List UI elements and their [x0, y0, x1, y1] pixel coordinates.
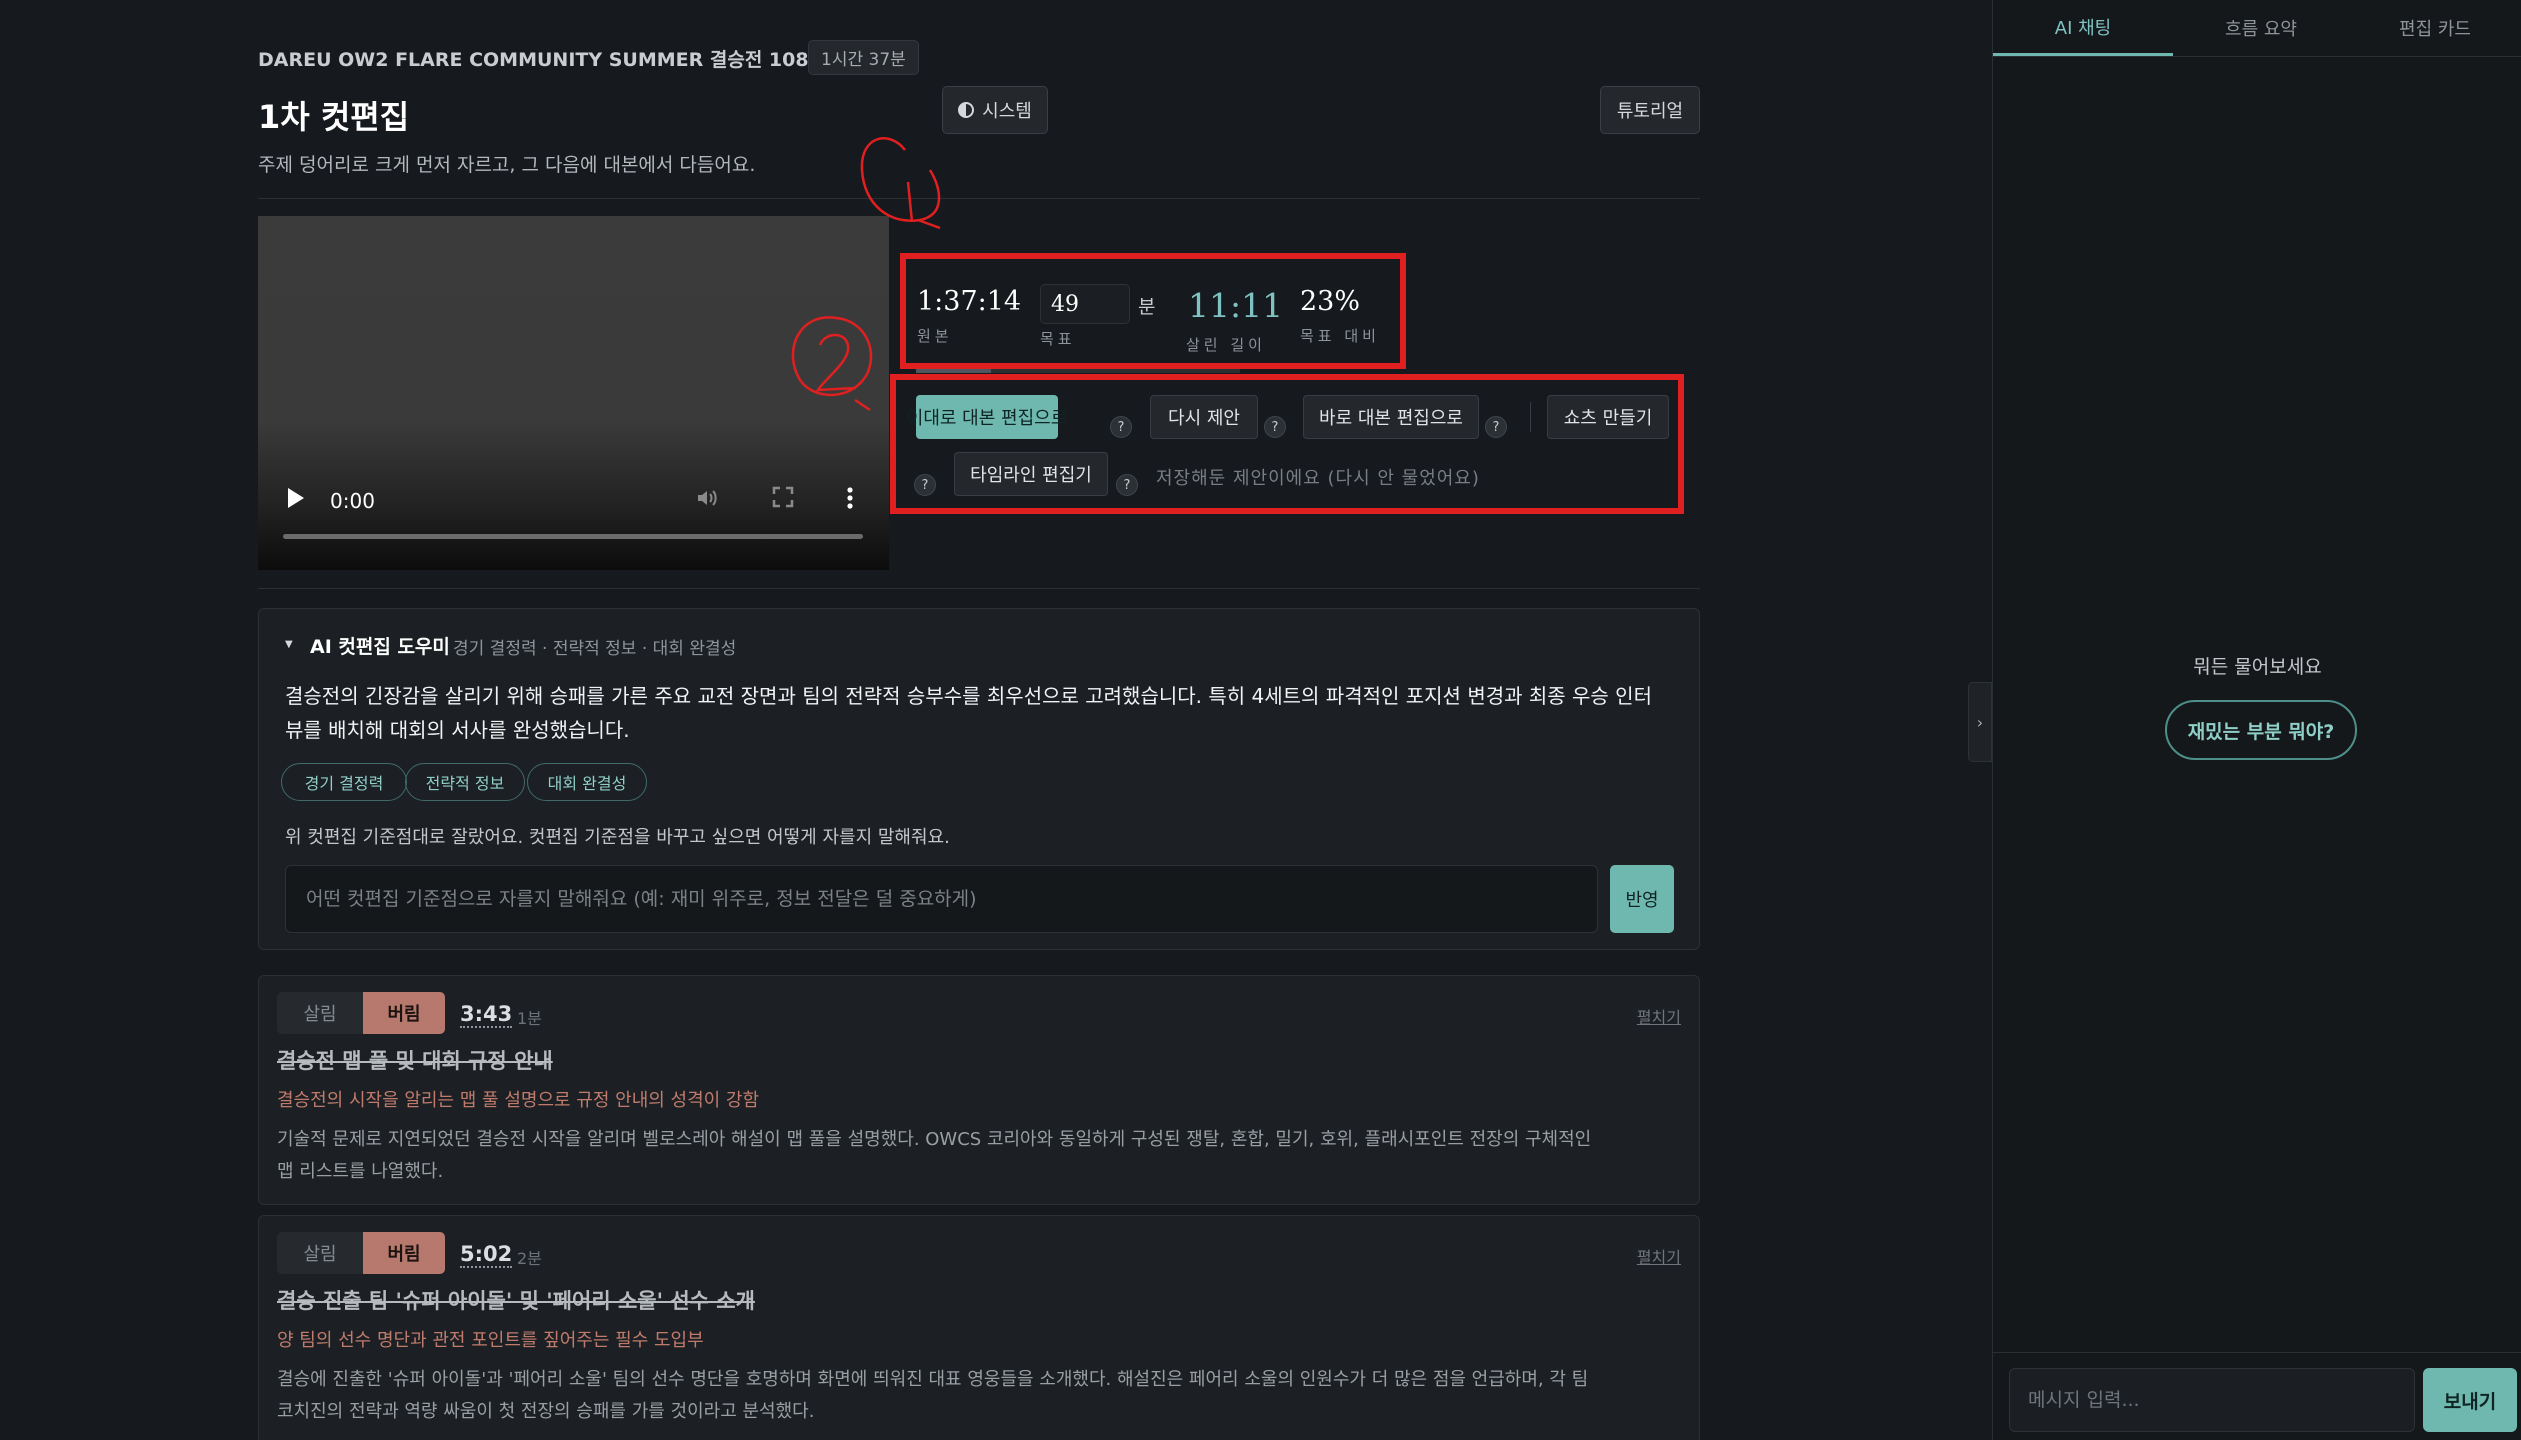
criteria-chip: 경기 결정력: [281, 763, 407, 801]
ai-helper-note: 위 컷편집 기준점대로 잘랐어요. 컷편집 기준점을 바꾸고 싶으면 어떻게 자…: [285, 827, 950, 848]
tab-flow-summary[interactable]: 흐름 요약: [2173, 0, 2349, 56]
segment-timestamp[interactable]: 3:43: [460, 1002, 513, 1028]
help-icon[interactable]: ?: [914, 474, 936, 496]
video-current-time: 0:00: [330, 489, 375, 513]
go-to-script-edit-button[interactable]: 이대로 대본 편집으로: [907, 395, 1067, 439]
drop-button[interactable]: 버림: [363, 992, 445, 1034]
tab-ai-chat[interactable]: AI 채팅: [1993, 0, 2173, 56]
timeline-editor-button[interactable]: 타임라인 편집기: [954, 452, 1108, 496]
page-title: 1차 컷편집: [258, 98, 410, 136]
ai-cut-helper-panel: ▼ AI 컷편집 도우미 경기 결정력 · 전략적 정보 · 대회 완결성 결승…: [258, 608, 1700, 950]
kept-progress-fill: [916, 369, 991, 373]
suggested-question-button[interactable]: 재밌는 부분 뭐야?: [2165, 700, 2357, 760]
ai-helper-criteria: 경기 결정력 · 전략적 정보 · 대회 완결성: [453, 639, 737, 659]
target-label: 목표: [1040, 330, 1076, 348]
button-separator: [1530, 402, 1531, 432]
help-icon[interactable]: ?: [1264, 416, 1286, 438]
tab-edit-cards[interactable]: 편집 카드: [2349, 0, 2521, 56]
segment-timestamp[interactable]: 5:02: [460, 1242, 513, 1268]
target-unit-label: 분: [1138, 296, 1156, 318]
annotation-circled-1: [860, 137, 941, 230]
segment-duration: 1분: [517, 1009, 542, 1028]
segment-reason: 결승전의 시작을 알리는 맵 풀 설명으로 규정 안내의 성격이 강함: [277, 1090, 760, 1111]
send-message-button[interactable]: 보내기: [2423, 1368, 2517, 1432]
original-length-label: 원본: [917, 327, 953, 345]
video-seek-bar[interactable]: [283, 534, 863, 539]
video-player[interactable]: 0:00: [258, 216, 889, 570]
target-ratio-label: 목표 대비: [1300, 327, 1380, 345]
half-moon-icon: [958, 102, 975, 118]
original-length-value: 1:37:14: [917, 286, 1022, 317]
help-icon[interactable]: ?: [1485, 416, 1507, 438]
play-icon[interactable]: [288, 488, 304, 508]
video-file-name: DAREU OW2 FLARE COMMUNITY SUMMER 결승전 108…: [258, 49, 890, 71]
segment-card: 살림 버림 3:43 1분 펼치기 결승전 맵 풀 및 대회 규정 안내 결승전…: [258, 975, 1700, 1205]
sidebar-collapse-handle[interactable]: ›: [1968, 682, 1992, 762]
segment-description: 결승에 진출한 '슈퍼 아이돌'과 '페어리 소울' 팀의 선수 명단을 호명하…: [277, 1369, 1589, 1422]
criteria-chip: 전략적 정보: [405, 763, 525, 801]
more-options-icon[interactable]: [846, 486, 854, 510]
expand-link[interactable]: 펼치기: [1637, 1004, 1681, 1028]
fullscreen-icon[interactable]: [772, 486, 794, 508]
direct-script-edit-button[interactable]: 바로 대본 편집으로: [1303, 395, 1479, 439]
segment-reason: 양 팀의 선수 명단과 관전 포인트를 짚어주는 필수 도입부: [277, 1330, 704, 1351]
target-ratio-value: 23%: [1300, 286, 1361, 317]
drop-button[interactable]: 버림: [363, 1232, 445, 1274]
theme-button-label: 시스템: [982, 101, 1032, 122]
theme-toggle-button[interactable]: 시스템: [942, 86, 1048, 134]
tabs-divider: [1993, 56, 2521, 57]
kept-length-value: 11:11: [1188, 286, 1284, 325]
duration-badge: 1시간 37분: [808, 40, 919, 75]
keep-drop-toggle: 살림 버림: [277, 992, 445, 1034]
criteria-chip: 대회 완결성: [527, 763, 647, 801]
ai-helper-summary: 결승전의 긴장감을 살리기 위해 승패를 가른 주요 교전 장면과 팀의 전략적…: [285, 684, 1652, 742]
chat-sidebar: AI 채팅 흐름 요약 편집 카드 뭐든 물어보세요 재밌는 부분 뭐야? 보내…: [1992, 0, 2521, 1440]
expand-link[interactable]: 펼치기: [1637, 1244, 1681, 1268]
keep-button[interactable]: 살림: [277, 1232, 363, 1274]
header-divider: [258, 198, 1700, 199]
keep-button[interactable]: 살림: [277, 992, 363, 1034]
ai-helper-title[interactable]: AI 컷편집 도우미: [310, 632, 450, 659]
page-subtitle: 주제 덩어리로 크게 먼저 자르고, 그 다음에 대본에서 다듬어요.: [258, 154, 756, 176]
segment-card: 살림 버림 5:02 2분 펼치기 결승 진출 팀 '슈퍼 아이돌' 및 '페어…: [258, 1215, 1700, 1440]
segment-duration: 2분: [517, 1249, 542, 1268]
keep-drop-toggle: 살림 버림: [277, 1232, 445, 1274]
make-shorts-button[interactable]: 쇼츠 만들기: [1547, 395, 1669, 439]
help-icon[interactable]: ?: [1116, 474, 1138, 496]
resuggest-button[interactable]: 다시 제안: [1150, 395, 1258, 439]
section-divider: [258, 588, 1700, 589]
chat-empty-prompt: 뭐든 물어보세요: [2193, 656, 2322, 678]
cut-criteria-input[interactable]: [285, 865, 1598, 933]
volume-icon[interactable]: [695, 486, 719, 510]
help-icon[interactable]: ?: [1110, 416, 1132, 438]
saved-suggestion-note: 저장해둔 제안이에요 (다시 안 물었어요): [1156, 468, 1480, 489]
segment-title: 결승 진출 팀 '슈퍼 아이돌' 및 '페어리 소울' 선수 소개: [277, 1289, 755, 1313]
segment-title: 결승전 맵 풀 및 대회 규정 안내: [277, 1049, 553, 1073]
target-minutes-input[interactable]: [1040, 284, 1130, 324]
chat-input-divider: [1993, 1352, 2521, 1353]
apply-criteria-button[interactable]: 반영: [1610, 865, 1674, 933]
segment-description: 기술적 문제로 지연되었던 결승전 시작을 알리며 벨로스레아 해설이 맵 풀을…: [277, 1129, 1592, 1182]
kept-progress-bar: [916, 369, 1240, 373]
kept-length-label: 살린 길이: [1186, 336, 1266, 354]
collapse-caret-icon[interactable]: ▼: [285, 639, 293, 650]
chat-message-input[interactable]: [2009, 1368, 2415, 1432]
tutorial-button[interactable]: 튜토리얼: [1600, 86, 1700, 134]
